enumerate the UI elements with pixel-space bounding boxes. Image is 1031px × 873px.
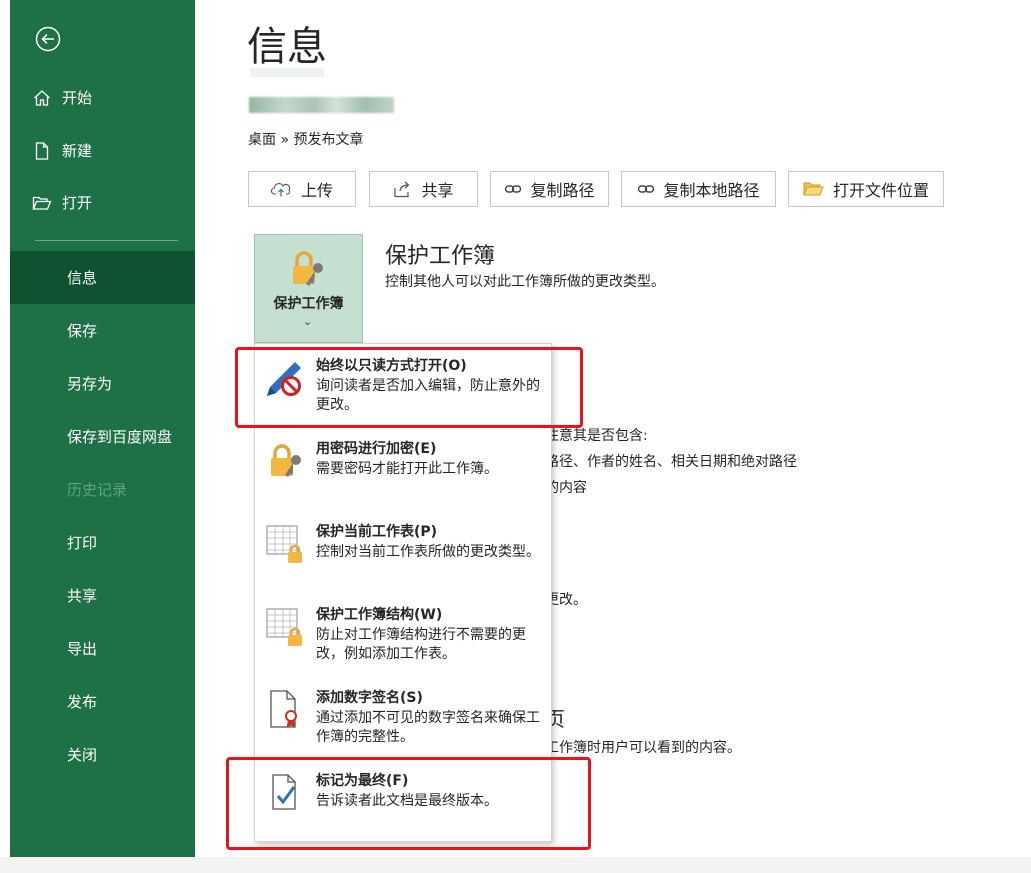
copy-local-path-button[interactable]: 复制本地路径	[621, 171, 776, 207]
back-button[interactable]	[35, 26, 61, 52]
sidebar-item-history: 历史记录	[10, 463, 195, 516]
sidebar-item-label: 新建	[62, 142, 93, 160]
sidebar-item-publish[interactable]: 发布	[10, 675, 195, 728]
open-folder-icon	[32, 196, 52, 210]
browser-view-text: 工作簿时用户可以看到的内容。	[545, 740, 741, 756]
cloud-upload-icon	[271, 183, 291, 197]
menu-item-description: 告诉读者此文档是最终版本。	[316, 793, 498, 809]
open-file-location-button[interactable]: 打开文件位置	[788, 171, 944, 207]
menu-item-description: 控制对当前工作表所做的更改类型。	[316, 544, 540, 560]
new-document-icon	[35, 141, 49, 160]
menu-item-encrypt-with-password[interactable]: 用密码进行加密(E) 需要密码才能打开此工作簿。	[255, 437, 551, 507]
sidebar-item-print[interactable]: 打印	[10, 516, 195, 569]
sidebar-item-close[interactable]: 关闭	[10, 728, 195, 781]
sheet-lock-icon	[266, 525, 302, 563]
sidebar-item-label: 打开	[62, 194, 93, 212]
link-icon	[505, 185, 522, 193]
sheet-lock-icon	[266, 608, 302, 646]
copy-path-button[interactable]: 复制路径	[490, 171, 609, 207]
link-icon	[638, 185, 655, 193]
page-title: 信息	[247, 24, 327, 70]
share-icon	[394, 181, 410, 198]
sidebar-item-open[interactable]: 打开	[10, 176, 195, 229]
chevron-down-icon: ⌄	[303, 315, 313, 328]
sidebar-item-share[interactable]: 共享	[10, 569, 195, 622]
inspect-text-line: 注意其是否包含:	[545, 428, 648, 444]
signature-ribbon-icon	[270, 690, 297, 728]
sidebar-item-label: 保存	[67, 322, 98, 340]
sidebar-item-new[interactable]: 新建	[10, 124, 195, 177]
upload-label: 上传	[300, 181, 333, 200]
share-button[interactable]: 共享	[369, 171, 478, 207]
menu-item-add-digital-signature[interactable]: 添加数字签名(S) 通过添加不可见的数字签名来确保工作簿的完整性。	[255, 686, 551, 756]
sidebar-divider	[35, 240, 178, 241]
menu-item-title: 保护当前工作表(P)	[316, 524, 438, 540]
sidebar-item-label: 历史记录	[67, 481, 128, 499]
menu-item-protect-current-sheet[interactable]: 保护当前工作表(P) 控制对当前工作表所做的更改类型。	[255, 520, 551, 590]
folder-icon	[803, 182, 824, 196]
copy-local-path-label: 复制本地路径	[663, 181, 760, 200]
sidebar-item-info[interactable]: 信息	[10, 251, 195, 304]
breadcrumb: 桌面 » 预发布文章	[248, 132, 364, 148]
menu-item-description: 询问读者是否加入编辑，防止意外的更改。	[316, 378, 540, 413]
protect-section-title: 保护工作簿	[385, 244, 496, 269]
protect-workbook-button[interactable]: 保护工作簿 ⌄	[254, 234, 363, 343]
copy-path-label: 复制路径	[530, 181, 595, 200]
protect-workbook-menu: 始终以只读方式打开(O) 询问读者是否加入编辑，防止意外的更改。 用密码进行加密…	[254, 343, 552, 842]
sidebar-item-label: 信息	[67, 269, 98, 287]
sidebar-item-home[interactable]: 开始	[10, 71, 195, 124]
menu-item-description: 需要密码才能打开此工作簿。	[316, 461, 498, 477]
menu-item-description: 通过添加不可见的数字签名来确保工作簿的完整性。	[316, 710, 540, 745]
menu-item-title: 标记为最终(F)	[316, 773, 409, 789]
sidebar-item-label: 打印	[67, 534, 98, 552]
lock-key-icon	[271, 444, 301, 477]
lock-key-icon	[293, 251, 323, 286]
sidebar-item-save-baidu[interactable]: 保存到百度网盘	[10, 410, 195, 463]
home-icon	[34, 89, 50, 106]
sidebar-item-label: 保存到百度网盘	[67, 428, 173, 446]
sidebar-item-export[interactable]: 导出	[10, 622, 195, 675]
sidebar-item-label: 导出	[67, 640, 98, 658]
share-label: 共享	[421, 181, 454, 200]
menu-item-always-open-read-only[interactable]: 始终以只读方式打开(O) 询问读者是否加入编辑，防止意外的更改。	[255, 354, 551, 424]
back-arrow-icon	[35, 26, 61, 52]
sidebar-item-label: 开始	[62, 89, 93, 107]
redacted-filename	[249, 97, 394, 113]
bottom-strip	[0, 857, 1031, 873]
sidebar-item-label: 另存为	[67, 375, 113, 393]
sidebar-item-label: 共享	[67, 587, 98, 605]
pencil-no-edit-icon	[267, 362, 301, 396]
menu-item-mark-as-final[interactable]: 标记为最终(F) 告诉读者此文档是最终版本。	[255, 769, 551, 829]
sidebar-item-label: 关闭	[67, 746, 98, 764]
sidebar-item-save-as[interactable]: 另存为	[10, 357, 195, 410]
backstage-sidebar: 开始 新建 打开 信息 保存 另存为 保存到百度网盘 历史记录 打印 共享 导出…	[10, 0, 195, 873]
protect-workbook-label: 保护工作簿	[273, 296, 344, 312]
sidebar-item-label: 发布	[67, 693, 98, 711]
upload-button[interactable]: 上传	[248, 171, 356, 207]
inspect-text-line: 路径、作者的姓名、相关日期和绝对路径	[545, 454, 797, 470]
menu-item-title: 始终以只读方式打开(O)	[316, 358, 467, 374]
redacted-path	[250, 68, 324, 77]
menu-item-title: 用密码进行加密(E)	[316, 441, 437, 457]
protect-section-description: 控制其他人可以对此工作簿所做的更改类型。	[385, 274, 665, 290]
menu-item-title: 保护工作簿结构(W)	[316, 607, 443, 623]
open-file-location-label: 打开文件位置	[832, 181, 929, 200]
sidebar-item-save[interactable]: 保存	[10, 304, 195, 357]
menu-item-protect-workbook-structure[interactable]: 保护工作簿结构(W) 防止对工作簿结构进行不需要的更改，例如添加工作表。	[255, 603, 551, 673]
document-check-icon	[272, 774, 296, 810]
menu-item-title: 添加数字签名(S)	[316, 690, 423, 706]
menu-item-description: 防止对工作簿结构进行不需要的更改，例如添加工作表。	[316, 627, 526, 662]
